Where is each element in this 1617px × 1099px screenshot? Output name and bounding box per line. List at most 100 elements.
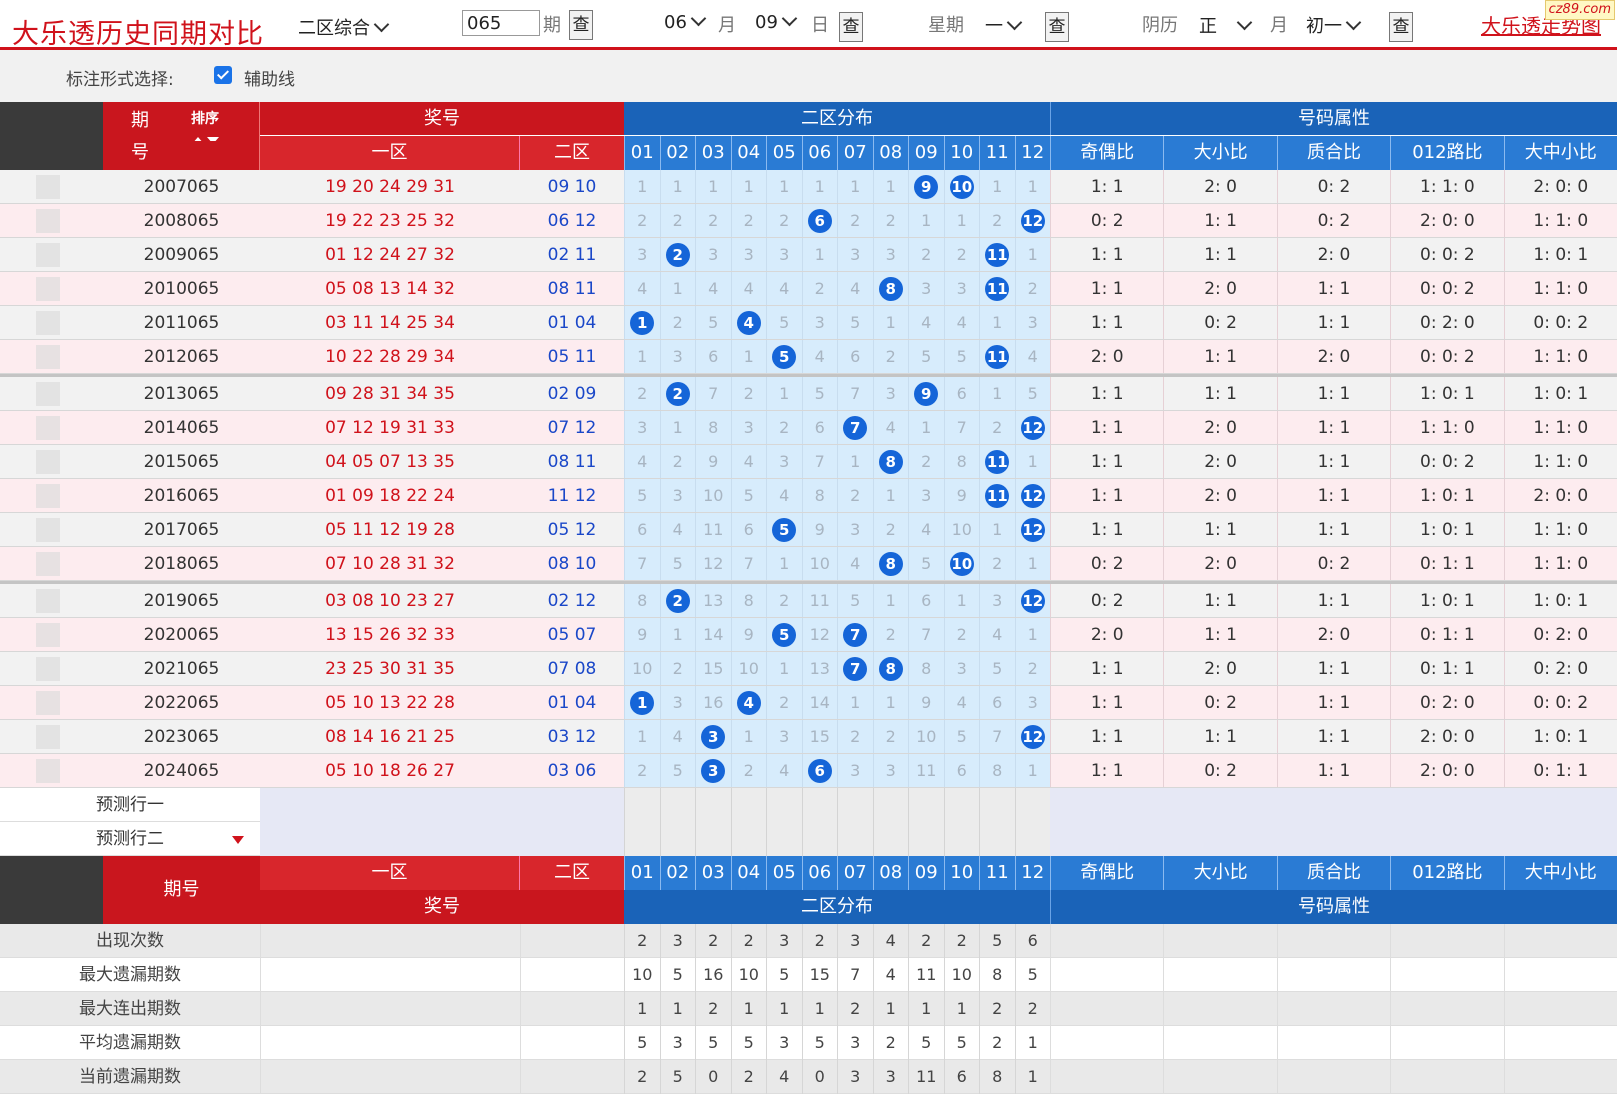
zone1-numbers: 03 11 14 25 34 [325, 313, 455, 333]
dist-cell: 9 [624, 618, 660, 652]
stats-label: 平均遗漏期数 [79, 1033, 181, 1053]
attr-cell: 0: 0: 2 [1390, 340, 1503, 374]
attr-cell: 0: 0: 2 [1503, 686, 1617, 720]
attr-cell: 2: 0 [1163, 547, 1276, 581]
miss-count: 1 [637, 177, 648, 196]
predict-col-line [943, 788, 945, 822]
dist-cell: 3 [872, 377, 909, 411]
attr-cell: 1: 1 [1050, 377, 1163, 411]
dist-cell: 1 [1014, 238, 1051, 272]
mark-style-label: 标注形式选择: [66, 70, 174, 90]
weekday-query-button[interactable]: 查 [1045, 12, 1069, 42]
stats-col-line [520, 1026, 521, 1060]
dist-cell: 4 [659, 513, 696, 547]
miss-count: 2 [743, 761, 754, 780]
dist-cell: 2 [624, 754, 660, 788]
dist-cell: 5 [837, 584, 873, 618]
attr-cell: 2: 0 [1163, 272, 1276, 306]
dist-cell: 3 [872, 754, 909, 788]
mode-select[interactable]: 二区综合 [298, 14, 390, 40]
predict-row-label: 预测行二 [96, 829, 164, 849]
attr-cell: 2: 0: 0 [1390, 204, 1503, 238]
miss-count: 3 [779, 245, 790, 264]
stats-value: 8 [979, 958, 1015, 992]
month-select[interactable]: 06 [664, 10, 707, 33]
dist-col-header: 04 [730, 136, 766, 170]
chevron-down-icon [1345, 14, 1362, 31]
issue-cell: 2021065 [143, 659, 220, 679]
zone1-numbers: 05 08 13 14 32 [325, 279, 455, 299]
stats-value: 5 [624, 1026, 660, 1060]
dist-cell: 10 [801, 547, 838, 581]
miss-count: 2 [956, 625, 967, 644]
attr-col-header: 奇偶比 [1050, 136, 1164, 170]
period-query-button[interactable]: 查 [569, 10, 593, 40]
day-select[interactable]: 09 [755, 10, 798, 33]
lunar-day-select[interactable]: 初一 [1306, 12, 1362, 38]
dist-cell: 2 [908, 238, 944, 272]
miss-count: 16 [703, 693, 724, 712]
dist-cell: 3 [624, 238, 660, 272]
zone2-numbers: 03 06 [547, 761, 597, 781]
miss-count: 4 [672, 520, 683, 539]
attr-cell: 1: 1 [1276, 754, 1390, 788]
miss-count: 2 [779, 211, 790, 230]
attr-cell: 1: 1 [1276, 306, 1390, 340]
attr-cell: 0: 2 [1276, 204, 1390, 238]
dist-col-footer: 03 [695, 856, 731, 890]
period-input[interactable]: 065 [462, 10, 540, 36]
miss-count: 1 [885, 693, 896, 712]
sort-label[interactable]: 排序 [180, 108, 230, 128]
top-bar: 大乐透历史同期对比 二区综合 065 期 查 06 月 09 日 查 星期 一 … [0, 0, 1617, 50]
lunar-query-button[interactable]: 查 [1389, 12, 1413, 42]
attr-cell: 0: 2 [1050, 204, 1163, 238]
hit-ball: 3 [701, 759, 726, 783]
dist-cell: 9 [730, 618, 767, 652]
dist-cell: 7 [801, 445, 838, 479]
period-label: 期 [543, 15, 561, 36]
stats-label: 最大连出期数 [79, 999, 181, 1019]
dist-cell: 4 [766, 754, 802, 788]
attr-cell: 1: 0: 1 [1503, 377, 1617, 411]
miss-count: 3 [672, 347, 683, 366]
sort-icon[interactable] [185, 129, 225, 141]
stats-value: 5 [943, 1026, 980, 1060]
dist-col-footer: 06 [801, 856, 837, 890]
miss-count: 8 [708, 418, 719, 437]
stats-label: 最大遗漏期数 [79, 965, 181, 985]
weekday-select[interactable]: 一 [985, 12, 1023, 38]
miss-count: 1 [779, 384, 790, 403]
avatar [36, 382, 60, 406]
dist-cell: 12 [1014, 584, 1051, 618]
expand-arrow-icon[interactable] [232, 836, 244, 844]
miss-count: 4 [779, 486, 790, 505]
attr-col-footer: 奇偶比 [1050, 856, 1164, 890]
hit-ball: 1 [630, 691, 655, 715]
predict-col-line [1014, 788, 1016, 822]
dist-cell: 3 [766, 238, 802, 272]
attr-cell: 2: 0 [1163, 652, 1276, 686]
dist-col-footer: 11 [979, 856, 1015, 890]
stats-col-line [1390, 1026, 1392, 1060]
stats-col-line [520, 1060, 521, 1094]
avatar [36, 345, 60, 369]
lunar-month-select-value: 正 [1199, 16, 1217, 37]
dist-cell: 3 [908, 272, 944, 306]
dist-cell: 11 [695, 513, 731, 547]
dist-cell: 8 [801, 479, 838, 513]
attr-cell: 1: 0: 1 [1503, 720, 1617, 754]
dist-cell: 1 [872, 170, 909, 204]
dist-cell: 1 [766, 652, 802, 686]
options-bar: 标注形式选择: 辅助线 [0, 50, 1617, 102]
miss-count: 9 [921, 693, 932, 712]
miss-count: 1 [956, 591, 967, 610]
miss-count: 1 [1027, 452, 1038, 471]
avatar [36, 277, 60, 301]
dist-cell: 8 [908, 652, 944, 686]
aux-line-checkbox[interactable] [214, 66, 232, 84]
dist-cell: 12 [1014, 479, 1051, 513]
attr-cell: 1: 1 [1050, 720, 1163, 754]
stats-value: 2 [908, 924, 944, 958]
lunar-month-select[interactable]: 正 [1199, 12, 1253, 38]
date-query-button[interactable]: 查 [839, 12, 863, 42]
